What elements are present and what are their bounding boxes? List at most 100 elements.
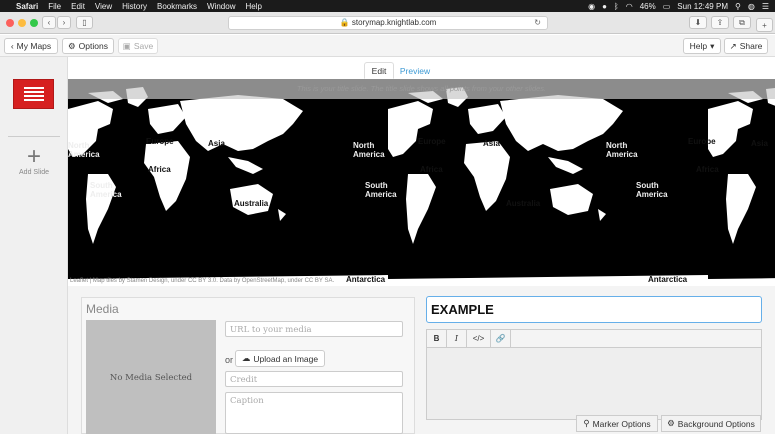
address-bar[interactable]: 🔒 storymap.knightlab.com ↻ xyxy=(228,16,548,30)
map-label-asia: Asia xyxy=(208,139,225,148)
map-view[interactable]: This is your title slide. The title slid… xyxy=(68,79,775,286)
address-text: storymap.knightlab.com xyxy=(351,18,437,27)
bold-button[interactable]: B xyxy=(427,330,447,347)
new-tab-button[interactable]: + xyxy=(756,18,773,32)
options-button[interactable]: ⚙ Options xyxy=(62,38,114,54)
back-button[interactable]: ‹ xyxy=(42,16,56,29)
lock-icon: 🔒 xyxy=(339,18,350,27)
download-button[interactable]: ⬇ xyxy=(689,16,707,29)
marker-options-label: Marker Options xyxy=(592,418,651,429)
map-label-north-america: North America xyxy=(68,141,100,159)
battery-percent[interactable]: 46% xyxy=(640,2,656,11)
credit-input[interactable]: Credit xyxy=(225,371,403,387)
help-button[interactable]: Help ▾ xyxy=(683,38,721,54)
plus-icon: + xyxy=(26,143,41,170)
media-url-input[interactable]: URL to your media xyxy=(225,321,403,337)
chevron-left-icon: ‹ xyxy=(10,41,14,51)
siri-icon[interactable]: ◍ xyxy=(748,2,755,11)
spotlight-icon[interactable]: ⚲ xyxy=(735,2,741,11)
menu-view[interactable]: View xyxy=(95,2,112,11)
battery-icon[interactable]: ▭ xyxy=(663,2,671,11)
media-title: Media xyxy=(86,302,119,316)
menu-window[interactable]: Window xyxy=(207,2,235,11)
reload-icon[interactable]: ↻ xyxy=(534,17,541,29)
or-label: or xyxy=(225,355,234,365)
gear-icon: ⚙ xyxy=(68,40,76,51)
options-label: Options xyxy=(78,41,108,51)
title-slide-notice: This is your title slide. The title slid… xyxy=(68,79,775,99)
tabs-overview-button[interactable]: ⧉ xyxy=(733,16,751,29)
minimize-window-icon[interactable] xyxy=(18,19,26,27)
title-slide-thumbnail[interactable] xyxy=(13,79,54,109)
map-label-asia-3: Asia xyxy=(751,139,768,148)
continents xyxy=(68,87,388,286)
add-slide-button[interactable]: + Add Slide xyxy=(10,143,58,177)
rich-text-toolbar: B I </> 🔗 xyxy=(426,329,762,348)
menu-app-name[interactable]: Safari xyxy=(16,2,38,11)
list-icon[interactable]: ☰ xyxy=(762,2,769,11)
slides-sidebar: + Add Slide xyxy=(0,57,68,434)
slide-editor: Media No Media Selected URL to your medi… xyxy=(68,286,775,434)
map-marker-icon: ⚲ xyxy=(583,418,590,428)
marker-options-button[interactable]: ⚲ Marker Options xyxy=(576,415,658,432)
menu-help[interactable]: Help xyxy=(245,2,261,11)
my-maps-button[interactable]: ‹ My Maps xyxy=(4,38,58,54)
upload-label: Upload an Image xyxy=(253,353,319,364)
map-label-south-america-2: South America xyxy=(365,181,397,199)
link-button[interactable]: 🔗 xyxy=(491,330,511,347)
map-label-africa: Africa xyxy=(148,165,171,174)
map-label-south-america-3: South America xyxy=(636,181,668,199)
app-icon[interactable]: ● xyxy=(602,2,607,11)
map-label-europe-3: Europe xyxy=(688,137,716,146)
text-body-editor[interactable] xyxy=(426,348,762,420)
map-label-europe: Europe xyxy=(146,137,174,146)
forward-button[interactable]: › xyxy=(57,16,71,29)
window-controls xyxy=(6,19,38,27)
share-label: Share xyxy=(739,41,763,51)
no-media-label: No Media Selected xyxy=(109,372,193,383)
share-button[interactable]: ↗ Share xyxy=(724,38,768,54)
map-label-south-america: South America xyxy=(90,181,122,199)
map-label-australia: Australia xyxy=(234,199,269,208)
share-icon: ↗ xyxy=(729,40,737,51)
gear-icon: ⚙ xyxy=(667,418,675,428)
sidebar-toggle-button[interactable]: ▯ xyxy=(76,16,93,29)
map-label-asia-2: Asia xyxy=(483,139,500,148)
save-button[interactable]: ▣ Save xyxy=(118,38,158,54)
edit-preview-tabs: Edit Preview xyxy=(68,57,775,79)
caption-input[interactable]: Caption xyxy=(225,392,403,434)
headline-input[interactable]: EXAMPLE xyxy=(426,296,762,323)
status-area: ◉ ● ᛒ ◠ 46% ▭ Sun 12:49 PM ⚲ ◍ ☰ xyxy=(588,2,769,11)
close-window-icon[interactable] xyxy=(6,19,14,27)
media-preview: No Media Selected xyxy=(86,320,216,434)
browser-chrome: ‹ › ▯ 🔒 storymap.knightlab.com ↻ ⬇ ⇪ ⧉ + xyxy=(0,12,775,34)
menu-edit[interactable]: Edit xyxy=(71,2,85,11)
map-label-europe-2: Europe xyxy=(418,137,446,146)
italic-button[interactable]: I xyxy=(447,330,467,347)
background-options-label: Background Options xyxy=(677,418,755,429)
world-map xyxy=(68,87,775,286)
media-panel: Media No Media Selected URL to your medi… xyxy=(81,297,415,434)
floppy-icon: ▣ xyxy=(122,40,131,51)
map-label-australia-2: Australia xyxy=(506,199,541,208)
menu-history[interactable]: History xyxy=(122,2,147,11)
tab-edit[interactable]: Edit xyxy=(364,62,394,79)
code-button[interactable]: </> xyxy=(467,330,491,347)
zoom-window-icon[interactable] xyxy=(30,19,38,27)
record-icon[interactable]: ◉ xyxy=(588,2,595,11)
menu-bookmarks[interactable]: Bookmarks xyxy=(157,2,197,11)
bluetooth-icon[interactable]: ᛒ xyxy=(614,2,619,11)
help-label: Help xyxy=(689,41,708,51)
map-label-north-america-2: North America xyxy=(353,141,385,159)
sidebar-divider xyxy=(8,136,60,137)
background-options-button[interactable]: ⚙ Background Options xyxy=(661,415,761,432)
wifi-icon[interactable]: ◠ xyxy=(626,2,633,11)
caret-down-icon: ▾ xyxy=(710,40,715,51)
menu-file[interactable]: File xyxy=(48,2,61,11)
share-sheet-button[interactable]: ⇪ xyxy=(711,16,729,29)
menu-bar: Safari File Edit View History Bookmarks … xyxy=(0,0,775,12)
clock[interactable]: Sun 12:49 PM xyxy=(677,2,728,11)
map-attribution: Leaflet | Map tiles by Stamen Design, un… xyxy=(70,278,335,284)
tab-preview[interactable]: Preview xyxy=(396,62,434,79)
upload-image-button[interactable]: ☁ Upload an Image xyxy=(235,350,325,367)
